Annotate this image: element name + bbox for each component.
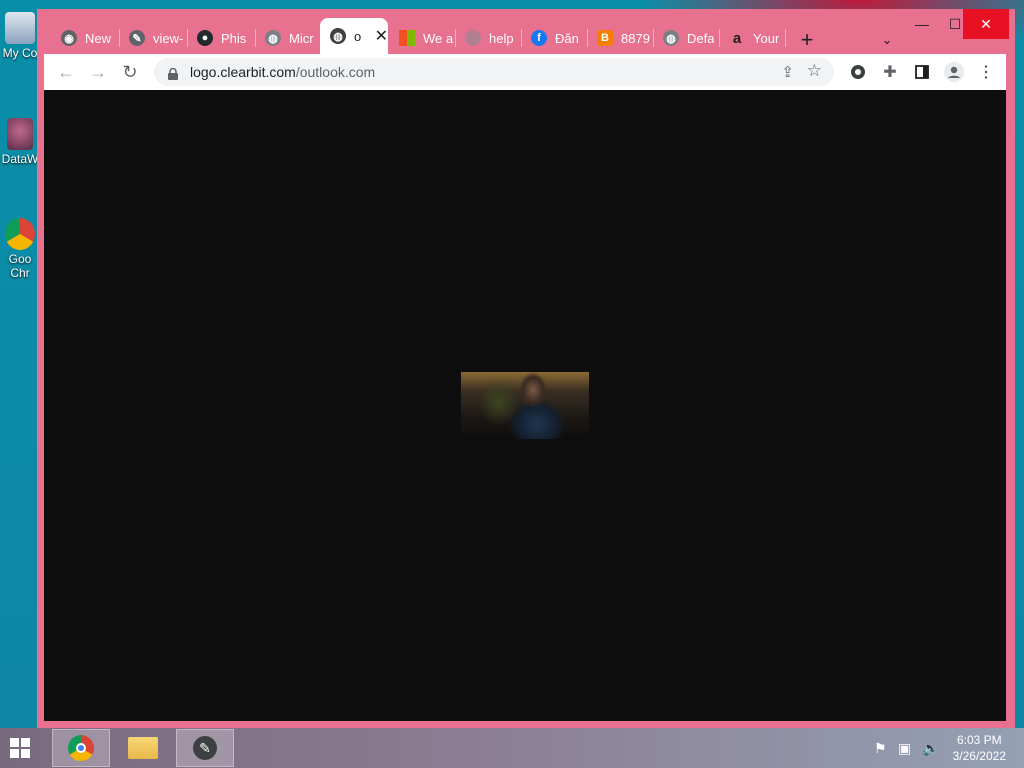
- tab-label: Micr: [289, 30, 314, 46]
- microsoft-icon: [399, 30, 415, 46]
- back-arrow-icon[interactable]: ←: [52, 58, 80, 86]
- bookmark-star-icon[interactable]: ☆: [807, 61, 822, 81]
- desktop-icon-dataw[interactable]: DataW: [0, 118, 40, 166]
- taskbar-chrome-button[interactable]: [52, 729, 110, 767]
- url-text: logo.clearbit.com/outlook.com: [190, 64, 375, 80]
- blogger-icon: B: [597, 30, 613, 46]
- tab-we-are[interactable]: We a: [389, 23, 455, 53]
- tab-active-outlook[interactable]: ◍ o ✕: [320, 18, 388, 54]
- tab-default[interactable]: ◍ Defa: [653, 23, 719, 53]
- side-panel-icon[interactable]: [908, 58, 936, 86]
- share-icon[interactable]: ⇪: [781, 63, 794, 81]
- tab-divider: [785, 29, 786, 47]
- reload-icon[interactable]: ↻: [116, 58, 144, 86]
- clock-time: 6:03 PM: [956, 733, 1002, 747]
- tab-label: New: [85, 30, 112, 46]
- tab-search-chevron-icon[interactable]: ⌄: [873, 26, 901, 54]
- tool-icon: ✎: [193, 736, 217, 760]
- tab-label: Your: [753, 30, 780, 46]
- desktop-icon-my-computer[interactable]: My Co: [0, 12, 40, 60]
- menu-kebab-icon[interactable]: ⋮: [972, 58, 1000, 86]
- tab-label: Defa: [687, 30, 715, 46]
- action-center-flag-icon[interactable]: ⚑: [874, 740, 887, 757]
- page-viewport: [44, 90, 1006, 721]
- clock-date: 3/26/2022: [952, 749, 1006, 763]
- globe-icon: ◍: [663, 30, 679, 46]
- new-tab-button[interactable]: +: [793, 26, 821, 54]
- volume-muted-icon[interactable]: 🔈: [922, 740, 939, 757]
- tab-label: help: [489, 30, 514, 46]
- tab-view[interactable]: ✎ view-: [119, 23, 185, 53]
- globe-icon: ◍: [330, 28, 346, 44]
- facebook-icon: f: [531, 30, 547, 46]
- tab-strip: ◉ New ✎ view- ● Phis ◍ Micr ◍ o ✕ We a h…: [37, 9, 1015, 54]
- url-host: logo.clearbit.com: [190, 64, 296, 80]
- desktop-icon-label: My Co: [2, 46, 38, 60]
- shortcut-icon: [7, 118, 33, 150]
- chrome-icon: [68, 735, 94, 761]
- desktop-icon-label-line2: Chr: [10, 266, 30, 280]
- tab-label: We a: [423, 30, 454, 46]
- tab-label: Đăn: [555, 30, 579, 46]
- file-explorer-icon: [128, 737, 158, 759]
- globe-icon: ◍: [265, 30, 281, 46]
- taskbar-file-explorer-button[interactable]: [114, 729, 172, 767]
- extension-globe-icon[interactable]: [844, 58, 872, 86]
- forward-arrow-icon[interactable]: →: [84, 58, 112, 86]
- chrome-icon: ◉: [61, 30, 77, 46]
- taskbar-tool-button[interactable]: ✎: [176, 729, 234, 767]
- taskbar: ✎ ⚑ ▣ 🔈 6:03 PM 3/26/2022: [0, 728, 1024, 768]
- tab-facebook[interactable]: f Đăn: [521, 23, 587, 53]
- tab-help[interactable]: help: [455, 23, 521, 53]
- windows-start-icon[interactable]: [10, 738, 30, 758]
- profile-avatar-icon[interactable]: [940, 58, 968, 86]
- wrench-globe-icon: ✎: [129, 30, 145, 46]
- tab-label: view-: [153, 30, 184, 46]
- lock-icon[interactable]: [168, 67, 178, 80]
- extensions-puzzle-icon[interactable]: ✚: [876, 58, 904, 86]
- tab-label: 8879: [621, 30, 650, 46]
- desktop-icon-label: DataW: [1, 152, 39, 166]
- close-window-button[interactable]: ✕: [963, 9, 1009, 39]
- tab-label: o: [354, 28, 361, 44]
- tab-phishing[interactable]: ● Phis: [187, 23, 253, 53]
- tab-amazon[interactable]: a Your: [719, 23, 785, 53]
- tab-label: Phis: [221, 30, 247, 46]
- desktop-icon-chrome[interactable]: Goo Chr: [0, 218, 40, 280]
- taskbar-clock[interactable]: 6:03 PM 3/26/2022: [953, 732, 1006, 764]
- tab-new[interactable]: ◉ New: [51, 23, 117, 53]
- address-bar[interactable]: logo.clearbit.com/outlook.com ⇪ ☆: [154, 58, 834, 86]
- network-icon[interactable]: ▣: [898, 740, 911, 757]
- tab-microsoft[interactable]: ◍ Micr: [255, 23, 321, 53]
- browser-toolbar: ← → ↻ logo.clearbit.com/outlook.com ⇪ ☆ …: [44, 54, 1006, 90]
- page-image: [461, 372, 589, 439]
- url-path: /outlook.com: [295, 64, 376, 80]
- tab-blogger[interactable]: B 8879: [587, 23, 653, 53]
- close-tab-icon[interactable]: ✕: [375, 26, 388, 46]
- chrome-icon: [5, 218, 35, 250]
- globe-icon: [465, 30, 481, 46]
- browser-window: ◉ New ✎ view- ● Phis ◍ Micr ◍ o ✕ We a h…: [37, 9, 1015, 728]
- desktop-icon-label: Goo: [8, 252, 32, 266]
- github-icon: ●: [197, 30, 213, 46]
- computer-icon: [5, 12, 35, 44]
- amazon-icon: a: [732, 29, 742, 47]
